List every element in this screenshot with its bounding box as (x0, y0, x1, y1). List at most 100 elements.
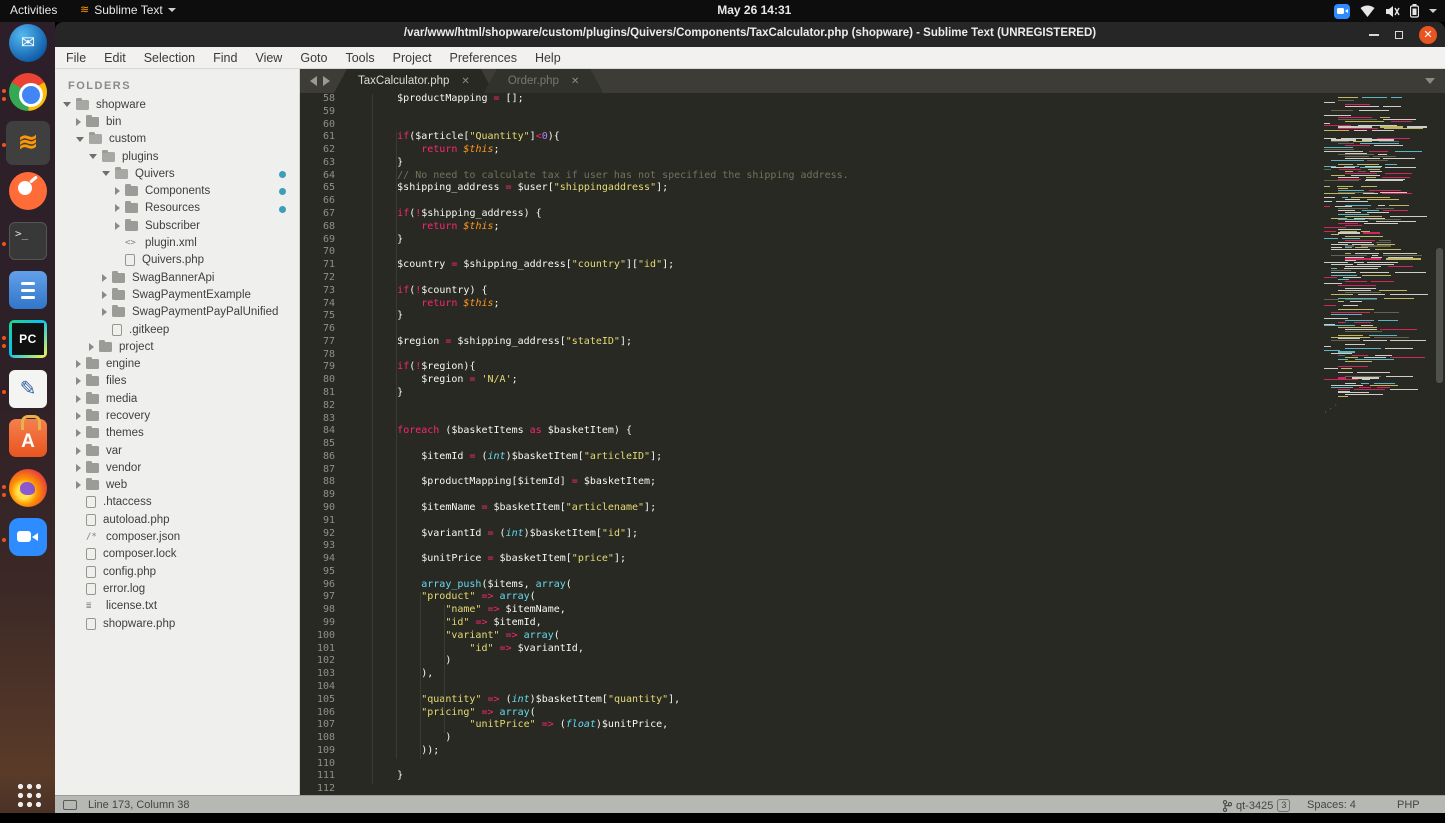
tree-item-composer-json[interactable]: /* composer.json (55, 528, 299, 545)
system-tray[interactable] (1334, 0, 1437, 22)
tree-item-custom[interactable]: custom (55, 131, 299, 148)
code-line[interactable]: 58 $productMapping = []; (300, 93, 1445, 106)
clock[interactable]: May 26 14:31 (717, 3, 791, 17)
tree-item-bin[interactable]: bin (55, 113, 299, 130)
tree-item-web[interactable]: web (55, 477, 299, 494)
show-applications-button[interactable] (0, 775, 55, 823)
syntax-setting[interactable]: PHP (1397, 799, 1420, 811)
collapsed-arrow-icon[interactable] (102, 290, 107, 299)
tree-item-config-php[interactable]: config.php (55, 563, 299, 580)
code-line[interactable]: 68 return $this; (300, 221, 1445, 234)
code-line[interactable]: 61 if($article["Quantity"]<0){ (300, 131, 1445, 144)
tree-item-subscriber[interactable]: Subscriber (55, 217, 299, 234)
code-line[interactable]: 91 (300, 515, 1445, 528)
tree-item-engine[interactable]: engine (55, 355, 299, 372)
code-line[interactable]: 80 $region = 'N/A'; (300, 374, 1445, 387)
collapsed-arrow-icon[interactable] (115, 187, 120, 196)
dock-item-ubuntu-software[interactable]: A (0, 415, 55, 465)
collapsed-arrow-icon[interactable] (76, 360, 81, 369)
tree-item-error-log[interactable]: error.log (55, 580, 299, 597)
dock-item-pycharm[interactable]: PC (0, 318, 55, 366)
tree-item-themes[interactable]: themes (55, 425, 299, 442)
dock-item-text-editor[interactable]: ✎ (0, 368, 55, 416)
dock-item-thunderbird[interactable]: ✉ (0, 22, 55, 70)
tree-item-shopware-php[interactable]: shopware.php (55, 615, 299, 632)
tree-item-project[interactable]: project (55, 338, 299, 355)
tree-item-swagbannerapi[interactable]: SwagBannerApi (55, 269, 299, 286)
code-line[interactable]: 70 (300, 246, 1445, 259)
tab-scroll-right-icon[interactable] (323, 76, 330, 86)
tab-close-icon[interactable]: ✕ (461, 76, 469, 87)
tree-item-recovery[interactable]: recovery (55, 407, 299, 424)
tree-item-quivers-php[interactable]: Quivers.php (55, 252, 299, 269)
tree-item-media[interactable]: media (55, 390, 299, 407)
code-line[interactable]: 96 array_push($items, array( (300, 579, 1445, 592)
menu-tools[interactable]: Tools (336, 51, 383, 65)
menu-find[interactable]: Find (204, 51, 246, 65)
expanded-arrow-icon[interactable] (63, 102, 71, 108)
collapsed-arrow-icon[interactable] (76, 377, 81, 386)
dock-item-firefox[interactable] (0, 467, 55, 515)
tab-taxcalculator-php[interactable]: TaxCalculator.php ✕ (334, 69, 494, 93)
dock-item-terminal[interactable]: >_ (0, 220, 55, 268)
code-line[interactable]: 59 (300, 106, 1445, 119)
menu-view[interactable]: View (246, 51, 291, 65)
code-line[interactable]: 83 (300, 413, 1445, 426)
code-line[interactable]: 62 return $this; (300, 144, 1445, 157)
activities-button[interactable]: Activities (10, 3, 57, 17)
vintage-icon[interactable] (63, 800, 77, 810)
code-line[interactable]: 82 (300, 400, 1445, 413)
code-line[interactable]: 73 if(!$country) { (300, 285, 1445, 298)
expanded-arrow-icon[interactable] (102, 171, 110, 177)
dock-item-files[interactable] (0, 269, 55, 317)
expanded-arrow-icon[interactable] (76, 136, 84, 142)
code-line[interactable]: 93 (300, 540, 1445, 553)
dock-item-sublime-text[interactable]: ≋ (0, 120, 55, 169)
tree-item-var[interactable]: var (55, 442, 299, 459)
code-line[interactable]: 77 $region = $shipping_address["stateID"… (300, 336, 1445, 349)
code-line[interactable]: 98 "name" => $itemName, (300, 604, 1445, 617)
collapsed-arrow-icon[interactable] (102, 273, 107, 282)
tree-item-vendor[interactable]: vendor (55, 459, 299, 476)
tree-item-composer-lock[interactable]: composer.lock (55, 546, 299, 563)
code-line[interactable]: 84 foreach ($basketItems as $basketItem)… (300, 425, 1445, 438)
menu-edit[interactable]: Edit (95, 51, 135, 65)
menu-preferences[interactable]: Preferences (441, 51, 526, 65)
code-line[interactable]: 106 "pricing" => array( (300, 707, 1445, 720)
minimize-button[interactable] (1369, 33, 1379, 36)
tab-scroll-left-icon[interactable] (310, 76, 317, 86)
code-line[interactable]: 79 if(!$region){ (300, 361, 1445, 374)
code-line[interactable]: 112 (300, 783, 1445, 795)
code-line[interactable]: 102 ) (300, 655, 1445, 668)
code-line[interactable]: 107 "unitPrice" => (float)$unitPrice, (300, 719, 1445, 732)
code-line[interactable]: 65 $shipping_address = $user["shippingad… (300, 182, 1445, 195)
code-line[interactable]: 63 } (300, 157, 1445, 170)
collapsed-arrow-icon[interactable] (76, 463, 81, 472)
code-line[interactable]: 86 $itemId = (int)$basketItem["articleID… (300, 451, 1445, 464)
code-line[interactable]: 87 (300, 464, 1445, 477)
restore-button[interactable] (1395, 30, 1403, 39)
collapsed-arrow-icon[interactable] (76, 481, 81, 490)
tab-close-icon[interactable]: ✕ (571, 76, 579, 87)
code-line[interactable]: 104 (300, 681, 1445, 694)
code-line[interactable]: 66 (300, 195, 1445, 208)
menu-file[interactable]: File (57, 51, 95, 65)
code-line[interactable]: 81 } (300, 387, 1445, 400)
tree-item--gitkeep[interactable]: .gitkeep (55, 321, 299, 338)
code-line[interactable]: 88 $productMapping[$itemId] = $basketIte… (300, 476, 1445, 489)
tree-item-autoload-php[interactable]: autoload.php (55, 511, 299, 528)
tab-order-php[interactable]: Order.php ✕ (484, 69, 604, 93)
tree-item-resources[interactable]: Resources (55, 200, 299, 217)
code-line[interactable]: 69 } (300, 234, 1445, 247)
code-line[interactable]: 103 ), (300, 668, 1445, 681)
tab-overflow-icon[interactable] (1425, 78, 1435, 84)
expanded-arrow-icon[interactable] (89, 154, 97, 160)
menu-help[interactable]: Help (526, 51, 570, 65)
app-menu-button[interactable]: ≋ Sublime Text (80, 3, 176, 17)
title-bar[interactable]: /var/www/html/shopware/custom/plugins/Qu… (55, 22, 1445, 47)
minimap[interactable]: ··· (1320, 93, 1432, 417)
tree-item-license-txt[interactable]: ≣ license.txt (55, 598, 299, 615)
code-line[interactable]: 72 (300, 272, 1445, 285)
code-line[interactable]: 74 return $this; (300, 298, 1445, 311)
code-line[interactable]: 90 $itemName = $basketItem["articlename"… (300, 502, 1445, 515)
